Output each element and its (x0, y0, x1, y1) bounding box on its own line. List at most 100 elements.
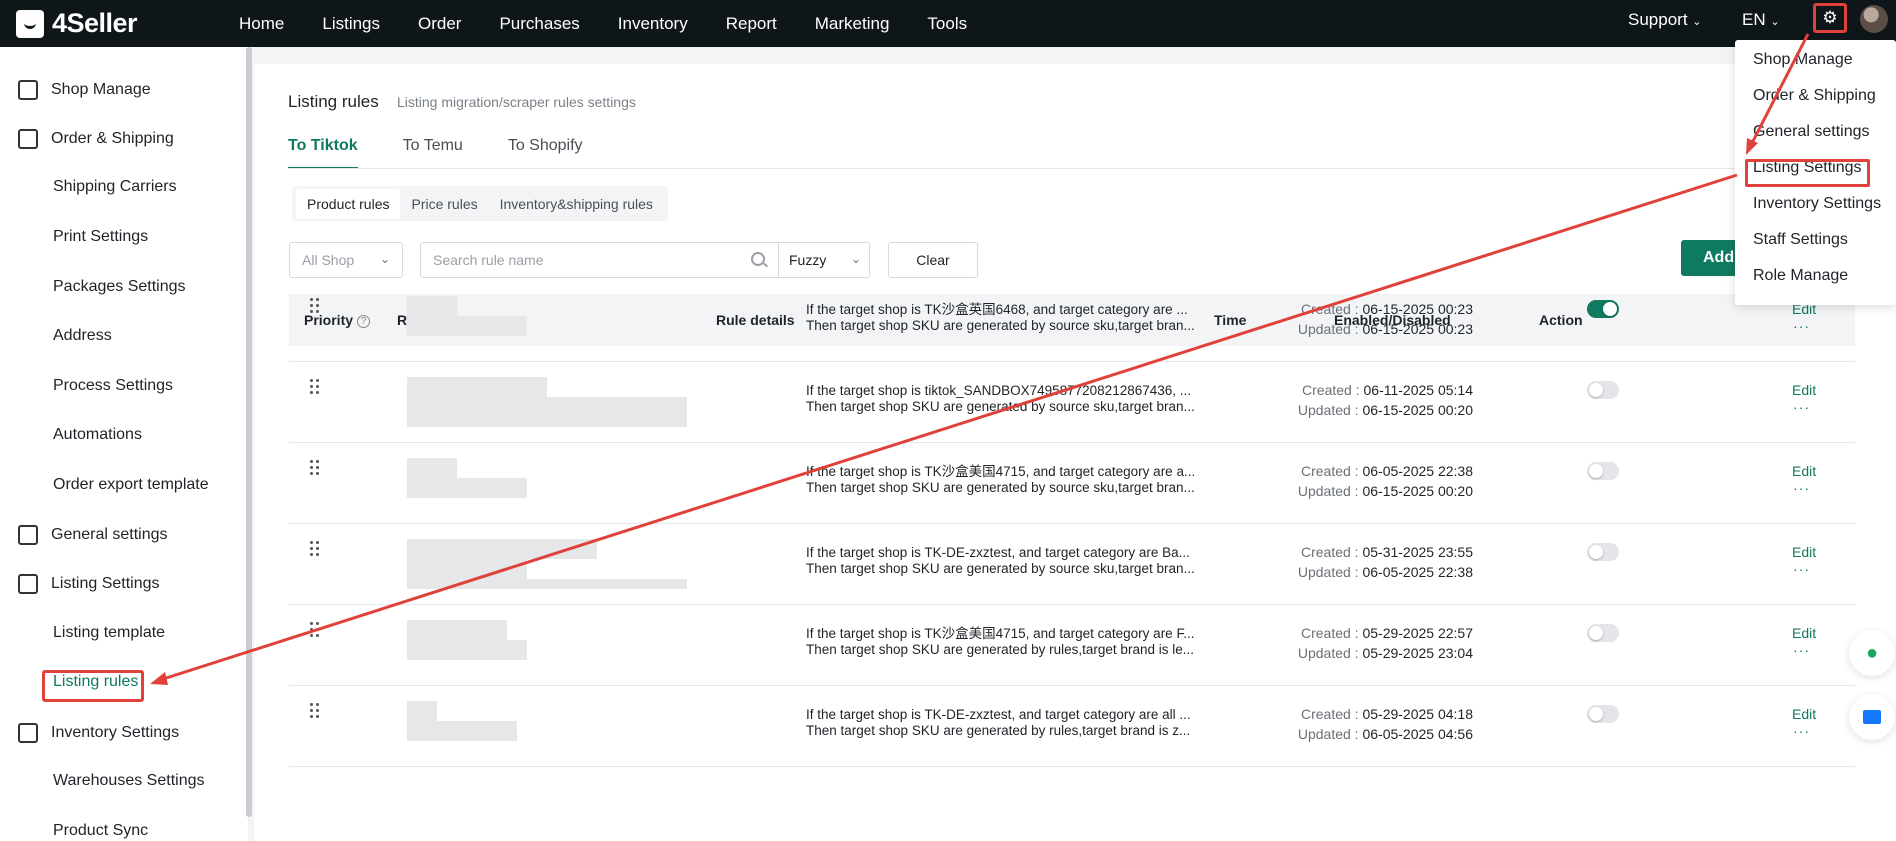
table-row: If the target shop is TK沙盒美国4715, and ta… (289, 444, 1855, 524)
updated-time: 06-05-2025 22:38 (1362, 564, 1473, 580)
rule-details: If the target shop is TK沙盒美国4715, and ta… (806, 626, 1226, 658)
updated-label: Updated : (1297, 321, 1359, 337)
menu-item-staff-settings[interactable]: Staff Settings (1753, 231, 1848, 249)
nav-tools[interactable]: Tools (927, 14, 967, 34)
sidebar-scrollbar[interactable] (246, 47, 252, 817)
sidebar-item-print-settings[interactable]: Print Settings (53, 228, 148, 246)
menu-item-general-settings[interactable]: General settings (1753, 123, 1870, 141)
sidebar-item-process-settings[interactable]: Process Settings (53, 377, 173, 395)
edit-link[interactable]: Edit (1792, 382, 1816, 398)
page-title: Listing rules (288, 92, 379, 111)
enabled-toggle[interactable] (1587, 381, 1619, 399)
enabled-toggle[interactable] (1587, 543, 1619, 561)
sidebar-item-inventory-settings[interactable]: Inventory Settings (18, 723, 179, 743)
menu-item-order-shipping[interactable]: Order & Shipping (1753, 87, 1876, 105)
chat-button[interactable]: ● (1849, 630, 1895, 676)
rule-details: If the target shop is TK-DE-zxztest, and… (806, 545, 1226, 577)
match-mode-select[interactable]: Fuzzy (789, 252, 826, 268)
updated-label: Updated : (1297, 564, 1359, 580)
updated-time: 06-15-2025 00:23 (1362, 321, 1473, 337)
edit-link[interactable]: Edit (1792, 463, 1816, 479)
tab-price-rules[interactable]: Price rules (400, 189, 488, 219)
drag-handle-icon[interactable] (310, 703, 322, 721)
drag-handle-icon[interactable] (310, 622, 322, 640)
avatar[interactable] (1860, 5, 1888, 33)
edit-link[interactable]: Edit (1792, 625, 1816, 641)
more-actions-button[interactable]: ··· (1793, 723, 1810, 739)
tab-product-rules[interactable]: Product rules (296, 188, 401, 219)
video-button[interactable] (1849, 694, 1895, 740)
drag-handle-icon[interactable] (310, 379, 322, 397)
sidebar-item-general-settings[interactable]: General settings (18, 525, 168, 545)
drag-handle-icon[interactable] (310, 541, 322, 559)
settings-button[interactable]: ⚙ (1813, 3, 1847, 33)
nav-purchases[interactable]: Purchases (499, 14, 579, 34)
rule-detail-line: Then target shop SKU are generated by ru… (806, 642, 1194, 657)
sidebar-item-label: General settings (51, 526, 168, 543)
edit-link[interactable]: Edit (1792, 706, 1816, 722)
main-nav: Home Listings Order Purchases Inventory … (239, 14, 1005, 34)
main-panel: Listing rules Listing migration/scraper … (254, 64, 1896, 841)
tab-to-tiktok[interactable]: To Tiktok (288, 137, 358, 169)
nav-home[interactable]: Home (239, 14, 284, 34)
clear-button[interactable]: Clear (888, 242, 978, 278)
shop-icon (18, 80, 38, 100)
language-menu[interactable]: EN ⌄ (1742, 10, 1780, 30)
sidebar-item-order-export-template[interactable]: Order export template (53, 476, 209, 494)
more-actions-button[interactable]: ··· (1793, 480, 1810, 496)
enabled-toggle[interactable] (1587, 462, 1619, 480)
nav-order[interactable]: Order (418, 14, 461, 34)
edit-link[interactable]: Edit (1792, 544, 1816, 560)
more-actions-button[interactable]: ··· (1793, 642, 1810, 658)
more-actions-button[interactable]: ··· (1793, 318, 1810, 334)
sidebar-item-automations[interactable]: Automations (53, 426, 142, 444)
sidebar-item-address[interactable]: Address (53, 327, 112, 345)
support-menu[interactable]: Support ⌄ (1628, 10, 1702, 30)
search-icon[interactable] (751, 252, 765, 266)
sidebar-item-shipping-carriers[interactable]: Shipping Carriers (53, 178, 177, 196)
nav-marketing[interactable]: Marketing (815, 14, 890, 34)
chevron-down-icon: ⌄ (851, 252, 862, 266)
tab-to-temu[interactable]: To Temu (403, 137, 463, 169)
sidebar-item-order-shipping[interactable]: Order & Shipping (18, 129, 174, 149)
rule-detail-line: If the target shop is TK沙盒英国6468, and ta… (806, 302, 1188, 317)
search-input[interactable] (421, 243, 778, 277)
enabled-toggle[interactable] (1587, 300, 1619, 318)
sidebar-item-shop-manage[interactable]: Shop Manage (18, 80, 151, 100)
rule-details: If the target shop is TK沙盒美国4715, and ta… (806, 464, 1226, 496)
enabled-toggle[interactable] (1587, 624, 1619, 642)
table-row: If the target shop is TK-DE-zxztest, and… (289, 687, 1855, 767)
enabled-toggle[interactable] (1587, 705, 1619, 723)
nav-listings[interactable]: Listings (322, 14, 380, 34)
more-actions-button[interactable]: ··· (1793, 399, 1810, 415)
rule-details: If the target shop is TK-DE-zxztest, and… (806, 707, 1226, 739)
menu-item-inventory-settings[interactable]: Inventory Settings (1753, 195, 1881, 213)
sidebar-item-warehouses-settings[interactable]: Warehouses Settings (53, 772, 204, 790)
updated-time: 06-15-2025 00:20 (1362, 483, 1473, 499)
sidebar-item-product-sync[interactable]: Product Sync (53, 822, 148, 840)
rule-times: Created : 06-11-2025 05:14 Updated : 06-… (1249, 380, 1473, 420)
nav-report[interactable]: Report (726, 14, 777, 34)
drag-handle-icon[interactable] (310, 460, 322, 478)
drag-handle-icon[interactable] (310, 298, 322, 316)
created-time: 06-05-2025 22:38 (1362, 463, 1473, 479)
tab-to-shopify[interactable]: To Shopify (508, 137, 583, 169)
nav-inventory[interactable]: Inventory (618, 14, 688, 34)
highlight-box (42, 670, 144, 702)
menu-item-role-manage[interactable]: Role Manage (1753, 267, 1848, 285)
chevron-down-icon: ⌄ (1692, 16, 1702, 28)
brand-logo[interactable]: 4Seller (16, 8, 206, 39)
shop-select[interactable]: All Shop ⌄ (289, 242, 403, 278)
more-actions-button[interactable]: ··· (1793, 561, 1810, 577)
sidebar-item-listing-settings[interactable]: Listing Settings (18, 574, 160, 594)
sidebar-item-listing-template[interactable]: Listing template (53, 624, 165, 642)
updated-label: Updated : (1297, 483, 1359, 499)
add-button[interactable]: Add (1681, 240, 1741, 276)
created-label: Created : (1300, 544, 1359, 560)
sidebar-item-packages-settings[interactable]: Packages Settings (53, 278, 186, 296)
tabs-divider (288, 168, 1896, 169)
sidebar-item-label: Shop Manage (51, 81, 151, 98)
chevron-down-icon: ⌄ (379, 252, 390, 266)
tab-inventory-shipping-rules[interactable]: Inventory&shipping rules (489, 189, 664, 219)
menu-item-shop-manage[interactable]: Shop Manage (1753, 51, 1853, 69)
